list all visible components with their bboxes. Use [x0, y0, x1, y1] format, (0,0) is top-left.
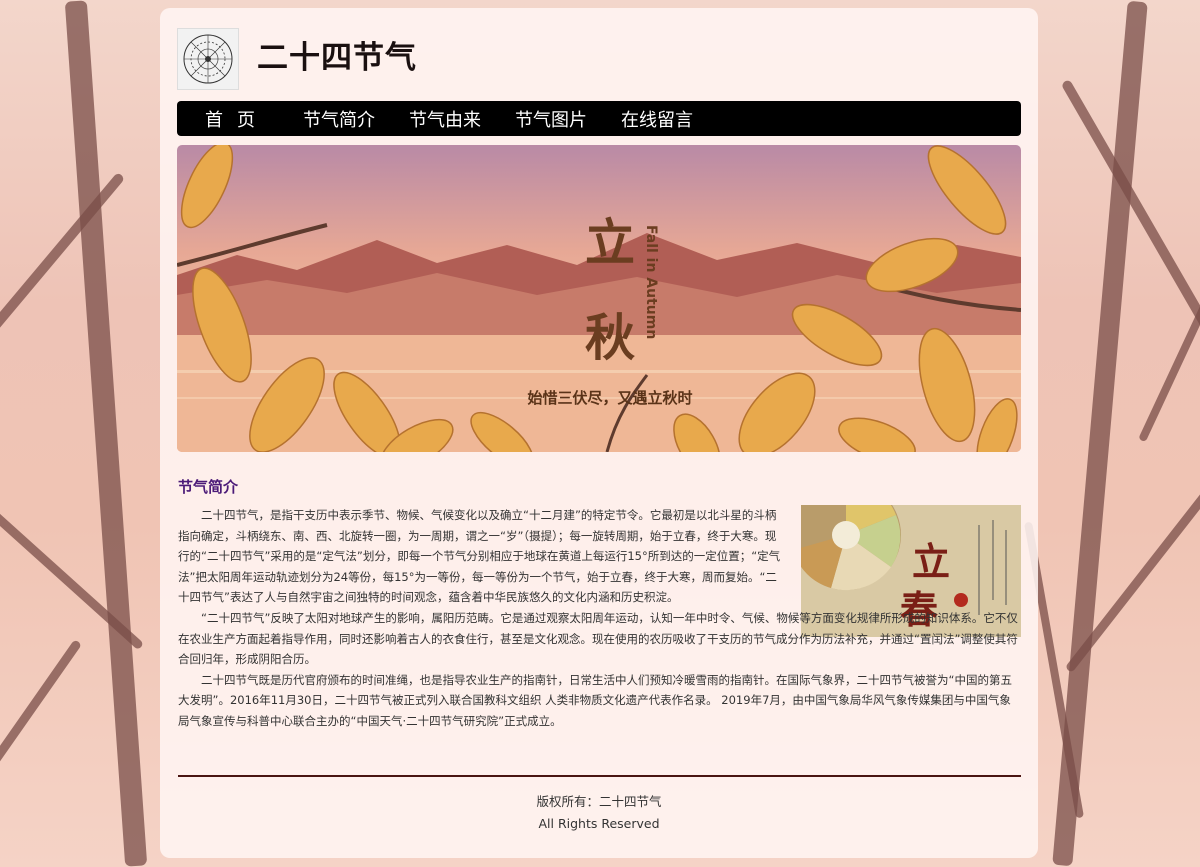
site-logo[interactable] [177, 28, 239, 90]
footer-divider [178, 775, 1021, 777]
section-title-intro: 节气简介 [178, 478, 239, 496]
hero-banner: 立 秋 Fall in Autumn 始惜三伏尽，又遇立秋时 [177, 145, 1021, 452]
page-container: 二十四节气 首页 节气简介 节气由来 节气图片 在线留言 立 秋 Fall in… [160, 8, 1038, 858]
intro-paragraph-2: “二十四节气”反映了太阳对地球产生的影响，属阳历范畴。它是通过观察太阳周年运动，… [178, 610, 1018, 667]
banner-title-top: 立 [585, 213, 635, 272]
intro-article: 二十四节气，是指干支历中表示季节、物候、气候变化以及确立“十二月建”的特定节令。… [178, 505, 1020, 732]
banner-caption: 始惜三伏尽，又遇立秋时 [527, 389, 692, 407]
nav-item-pictures[interactable]: 节气图片 [498, 106, 604, 132]
footer-rights: All Rights Reserved [538, 816, 660, 831]
nav-item-guestbook[interactable]: 在线留言 [604, 106, 710, 132]
autumn-banner-illustration: 立 秋 Fall in Autumn 始惜三伏尽，又遇立秋时 [177, 145, 1021, 452]
footer-copyright: 版权所有：二十四节气 [536, 794, 662, 809]
intro-paragraph-3: 二十四节气既是历代官府颁布的时间准绳，也是指导农业生产的指南针，日常生活中人们预… [178, 672, 1012, 728]
nav-item-home[interactable]: 首页 [177, 106, 286, 132]
intro-paragraph-1: 二十四节气，是指干支历中表示季节、物候、气候变化以及确立“十二月建”的特定节令。… [178, 508, 781, 605]
banner-subtitle-en: Fall in Autumn [643, 225, 659, 339]
site-title: 二十四节气 [257, 40, 417, 76]
sundial-logo-icon [183, 34, 233, 84]
banner-title-bottom: 秋 [585, 308, 635, 367]
nav-item-intro[interactable]: 节气简介 [286, 106, 392, 132]
site-footer: 版权所有：二十四节气 All Rights Reserved [160, 791, 1038, 835]
main-nav: 首页 节气简介 节气由来 节气图片 在线留言 [177, 101, 1021, 136]
nav-item-origin[interactable]: 节气由来 [392, 106, 498, 132]
